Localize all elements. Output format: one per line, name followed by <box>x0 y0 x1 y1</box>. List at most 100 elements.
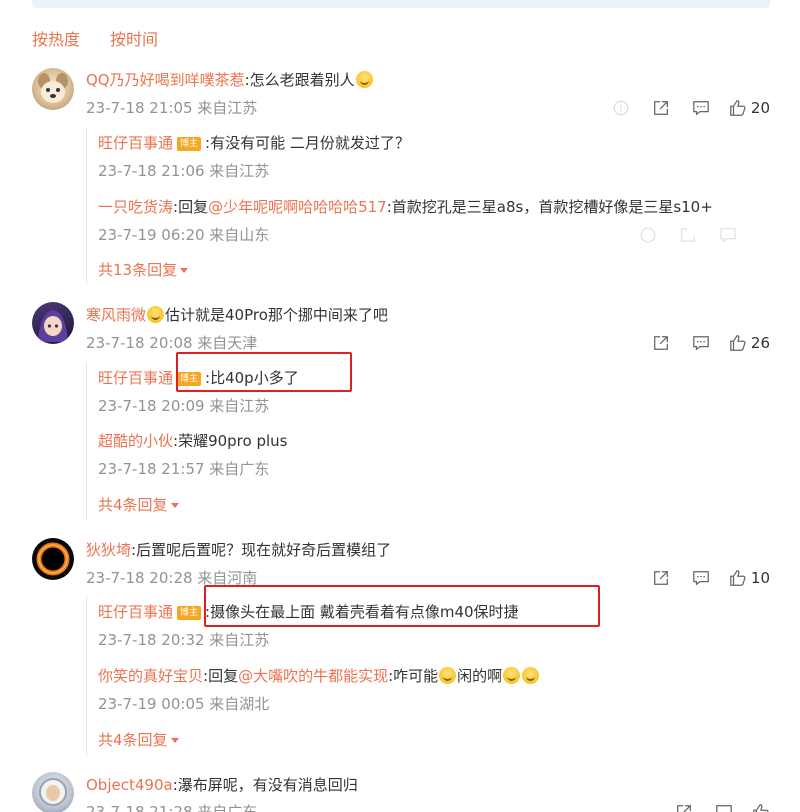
reply-username[interactable]: 旺仔百事通 <box>98 369 173 387</box>
avatar[interactable] <box>32 302 74 344</box>
comment-icon <box>716 805 732 812</box>
like-button[interactable]: 26 <box>729 333 770 353</box>
reply-button[interactable] <box>681 98 721 118</box>
more-replies-link[interactable]: 共4条回复 <box>98 495 179 515</box>
thumbs-up-icon <box>753 804 769 812</box>
author-badge: 博主 <box>177 137 202 151</box>
reply-username[interactable]: 你笑的真好宝贝 <box>98 667 203 685</box>
comment-actions: 10 <box>641 568 770 588</box>
laugh-cry-emoji-icon <box>522 667 540 684</box>
comment-username[interactable]: QQ乃乃好喝到咩噗茶惹 <box>86 71 245 89</box>
report-button[interactable] <box>628 225 668 245</box>
top-panel-edge <box>32 0 770 8</box>
share-button[interactable] <box>641 333 681 353</box>
thumbs-up-icon <box>730 100 746 116</box>
more-replies-link[interactable]: 共13条回复 <box>98 260 189 280</box>
laugh-cry-emoji-icon <box>503 667 521 684</box>
share-icon <box>653 336 668 350</box>
avatar[interactable] <box>32 538 74 580</box>
reply-text: :荣耀90pro plus <box>173 432 288 450</box>
reply-meta: 23-7-18 21:57 来自广东 <box>98 460 270 478</box>
reply-username[interactable]: 旺仔百事通 <box>98 134 173 152</box>
comment-meta: 23-7-18 21:28 来自广东 <box>86 803 258 812</box>
report-icon <box>640 227 656 243</box>
reply-button[interactable] <box>681 333 721 353</box>
more-replies-label: 共13条回复 <box>98 261 178 279</box>
comment-username[interactable]: Object490a <box>86 776 173 794</box>
reply-meta: 23-7-19 06:20 来自山东 <box>98 226 270 244</box>
mention-link[interactable]: @少年呢呢啊哈哈哈哈517 <box>208 198 387 216</box>
sort-tabs: 按热度 按时间 <box>32 26 158 50</box>
mention-link[interactable]: @大嘴吹的牛都能实现 <box>238 667 388 685</box>
comment-text: :怎么老跟着别人 <box>244 71 355 89</box>
comment-icon <box>693 336 709 351</box>
reply-actions <box>628 225 748 245</box>
reply-button[interactable] <box>708 225 748 245</box>
reply-text-line: 一只吃货涛:回复@少年呢呢啊哈哈哈哈517:首款挖孔是三星a8s，首款挖槽好像是… <box>98 197 713 217</box>
highlight-box <box>176 352 352 392</box>
share-button[interactable] <box>664 802 704 812</box>
comment-text-line: QQ乃乃好喝到咩噗茶惹:怎么老跟着别人 <box>86 70 374 90</box>
reply-text-line: 旺仔百事通 博主:有没有可能 二月份就发过了？ <box>98 133 410 153</box>
reply-button[interactable] <box>681 568 721 588</box>
reply-username[interactable]: 旺仔百事通 <box>98 603 173 621</box>
avatar[interactable] <box>32 772 74 812</box>
reply-text: :有没有可能 二月份就发过了？ <box>205 134 410 152</box>
reply-prefix: :回复 <box>203 667 239 685</box>
more-replies-label: 共4条回复 <box>98 496 168 514</box>
comment-text: 估计就是40Pro那个挪中间来了吧 <box>165 306 388 324</box>
reply-prefix: :回复 <box>173 198 209 216</box>
comment-icon <box>693 101 709 116</box>
comment-meta: 23-7-18 21:05 来自江苏 <box>86 99 258 117</box>
smirk-emoji-icon <box>147 306 165 323</box>
comment-actions: 26 <box>641 333 770 353</box>
comment-username[interactable]: 狄狄埼 <box>86 541 131 559</box>
reply-meta: 23-7-18 20:09 来自江苏 <box>98 397 270 415</box>
like-count: 26 <box>750 334 770 352</box>
reply-username[interactable]: 超酷的小伙 <box>98 432 173 450</box>
reply-text-line: 超酷的小伙:荣耀90pro plus <box>98 431 287 451</box>
reply-meta: 23-7-18 21:06 来自江苏 <box>98 162 270 180</box>
caret-down-icon <box>180 268 189 273</box>
reply-divider <box>86 128 87 283</box>
comment-meta: 23-7-18 20:08 来自天津 <box>86 334 258 352</box>
reply-button[interactable] <box>704 802 744 812</box>
like-count: 10 <box>750 569 770 587</box>
share-icon <box>653 571 668 585</box>
comment-text-line: 寒风雨微 估计就是40Pro那个挪中间来了吧 <box>86 305 388 325</box>
sort-by-hot[interactable]: 按热度 <box>32 26 80 50</box>
reply-text-tail: 闲的啊 <box>457 667 503 685</box>
reply-divider <box>86 362 87 520</box>
comment-actions: 20 <box>601 98 770 118</box>
like-count: 20 <box>750 99 770 117</box>
comment-icon <box>693 571 709 586</box>
report-icon <box>613 100 629 116</box>
share-button[interactable] <box>668 225 708 245</box>
like-button[interactable]: 10 <box>729 568 770 588</box>
crying-emoji-icon <box>439 667 457 684</box>
thumbs-up-icon <box>730 335 746 351</box>
share-button[interactable] <box>641 568 681 588</box>
comment-username[interactable]: 寒风雨微 <box>86 306 146 324</box>
more-replies-link[interactable]: 共4条回复 <box>98 730 179 750</box>
sort-by-time[interactable]: 按时间 <box>110 26 158 50</box>
share-icon <box>677 805 691 812</box>
like-button[interactable]: 20 <box>729 98 770 118</box>
reply-username[interactable]: 一只吃货涛 <box>98 198 173 216</box>
anime-avatar-icon <box>38 310 68 342</box>
share-button[interactable] <box>641 98 681 118</box>
dog-avatar-icon <box>38 73 68 103</box>
avatar[interactable] <box>32 68 74 110</box>
comment-text-line: Object490a:瀑布屏呢，有没有消息回归 <box>86 775 358 795</box>
report-button[interactable] <box>601 98 641 118</box>
caret-down-icon <box>170 738 179 743</box>
author-badge: 博主 <box>177 606 202 620</box>
black-hole-avatar-icon <box>36 542 70 576</box>
laugh-cry-emoji-icon <box>355 71 373 88</box>
reply-text-line: 你笑的真好宝贝:回复@大嘴吹的牛都能实现:咋可能 闲的啊 <box>98 666 540 686</box>
astronaut-avatar-icon <box>39 778 67 806</box>
caret-down-icon <box>170 503 179 508</box>
more-replies-label: 共4条回复 <box>98 731 168 749</box>
reply-text: :首款挖孔是三星a8s，首款挖槽好像是三星s10+ <box>386 198 713 216</box>
like-button[interactable] <box>752 802 770 812</box>
